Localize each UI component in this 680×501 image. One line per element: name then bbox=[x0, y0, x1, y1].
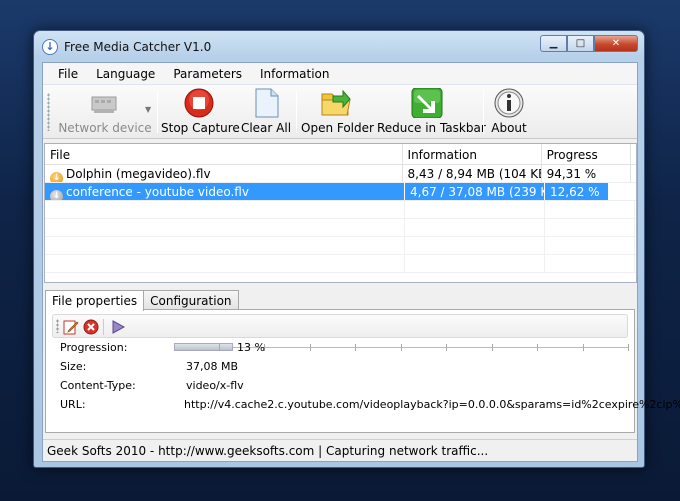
network-card-icon bbox=[88, 88, 122, 118]
minimize-button[interactable]: ▁ bbox=[540, 35, 567, 52]
header-information[interactable]: Information bbox=[403, 144, 542, 164]
header-file[interactable]: File bbox=[45, 144, 403, 164]
toolbar-separator bbox=[103, 319, 104, 335]
close-button[interactable]: ✕ bbox=[594, 35, 638, 52]
toolbar-separator bbox=[157, 91, 158, 133]
empty-row bbox=[45, 237, 636, 255]
progression-tick bbox=[492, 344, 493, 351]
progression-value: 13 % bbox=[237, 341, 265, 354]
download-complete-icon: ↓ bbox=[50, 172, 63, 182]
list-row-selected[interactable]: ↓ conference - youtube video.flv 4,67 / 3… bbox=[45, 183, 636, 201]
empty-row bbox=[45, 255, 636, 273]
toolbar-separator bbox=[483, 91, 484, 133]
delete-icon[interactable] bbox=[83, 319, 99, 335]
list-header: File Information Progress bbox=[45, 144, 636, 165]
menu-bar: File Language Parameters Information bbox=[43, 63, 637, 85]
url-value: http://v4.cache2.c.youtube.com/videoplay… bbox=[184, 398, 680, 411]
clear-all-label: Clear All bbox=[240, 121, 292, 135]
folder-arrow-icon bbox=[319, 88, 353, 118]
header-filler bbox=[631, 144, 636, 164]
open-folder-label: Open Folder bbox=[301, 121, 374, 135]
progression-tick bbox=[628, 344, 629, 351]
menu-information[interactable]: Information bbox=[251, 63, 338, 84]
row-file-cell: ↓ Dolphin (megavideo).flv bbox=[45, 165, 403, 182]
app-download-icon: ↓ bbox=[42, 39, 58, 55]
row-information: 8,43 / 8,94 MB (104 KBps) bbox=[403, 165, 542, 182]
status-bar: Geek Softs 2010 - http://www.geeksofts.c… bbox=[43, 439, 637, 461]
download-active-icon: ↓ bbox=[50, 190, 63, 200]
blank-document-icon bbox=[249, 88, 283, 118]
network-device-label: Network device bbox=[58, 121, 152, 135]
maximize-button[interactable]: □ bbox=[567, 35, 594, 52]
open-folder-button[interactable]: Open Folder bbox=[301, 88, 374, 136]
network-device-button[interactable]: Network device bbox=[55, 88, 155, 136]
progression-tick bbox=[446, 344, 447, 351]
main-toolbar: Network device ▼ Stop Capture Clear All … bbox=[43, 85, 637, 139]
row-information: 4,67 / 37,08 MB (239 KB... bbox=[405, 183, 545, 200]
row-file-name: Dolphin (megavideo).flv bbox=[66, 167, 211, 181]
app-window: ↓ Free Media Catcher V1.0 ▁ □ ✕ File Lan… bbox=[33, 30, 680, 468]
menu-parameters[interactable]: Parameters bbox=[164, 63, 251, 84]
progression-tick bbox=[310, 344, 311, 351]
empty-row bbox=[45, 201, 636, 219]
row-progress: 12,62 % bbox=[545, 183, 609, 200]
stop-capture-button[interactable]: Stop Capture bbox=[161, 88, 240, 136]
about-label: About bbox=[491, 121, 527, 135]
client-area: File Language Parameters Information Net… bbox=[42, 62, 680, 462]
play-icon[interactable] bbox=[110, 319, 126, 335]
title-bar[interactable]: ↓ Free Media Catcher V1.0 ▁ □ ✕ bbox=[34, 31, 644, 61]
empty-row bbox=[45, 219, 636, 237]
stop-icon bbox=[182, 88, 216, 118]
list-row[interactable]: ↓ Dolphin (megavideo).flv 8,43 / 8,94 MB … bbox=[45, 165, 636, 183]
about-button[interactable]: About bbox=[487, 88, 531, 136]
clear-all-button[interactable]: Clear All bbox=[240, 88, 292, 136]
properties-toolbar bbox=[52, 314, 628, 338]
reduce-taskbar-button[interactable]: Reduce in Taskbar bbox=[377, 87, 486, 136]
window-title: Free Media Catcher V1.0 bbox=[64, 40, 212, 54]
toolbar-grip[interactable] bbox=[56, 319, 59, 333]
info-icon bbox=[492, 88, 526, 118]
tab-file-properties[interactable]: File properties bbox=[45, 290, 145, 311]
progression-tick bbox=[537, 344, 538, 351]
progression-tick bbox=[355, 344, 356, 351]
file-properties-panel: Progression: 13 % Size: 37,08 MB Content… bbox=[45, 309, 680, 433]
edit-icon[interactable] bbox=[63, 319, 79, 335]
row-progress: 94,31 % bbox=[542, 165, 631, 182]
size-label: Size: bbox=[60, 360, 87, 373]
size-value: 37,08 MB bbox=[186, 360, 239, 373]
progression-label: Progression: bbox=[60, 341, 128, 354]
menu-file[interactable]: File bbox=[49, 63, 87, 84]
progression-tick bbox=[219, 344, 220, 351]
stop-capture-label: Stop Capture bbox=[161, 121, 240, 135]
row-file-name: conference - youtube video.flv bbox=[66, 185, 249, 199]
row-filler bbox=[631, 165, 636, 182]
row-filler bbox=[609, 183, 636, 200]
row-file-cell: ↓ conference - youtube video.flv bbox=[45, 183, 405, 200]
progression-tick bbox=[401, 344, 402, 351]
reduce-taskbar-label: Reduce in Taskbar bbox=[377, 121, 486, 135]
window-controls: ▁ □ ✕ bbox=[540, 35, 638, 52]
progression-fill bbox=[174, 343, 233, 351]
progression-tick bbox=[583, 344, 584, 351]
content-type-label: Content-Type: bbox=[60, 379, 136, 392]
toolbar-separator bbox=[296, 91, 297, 133]
menu-language[interactable]: Language bbox=[87, 63, 164, 84]
url-label: URL: bbox=[60, 398, 86, 411]
tab-configuration[interactable]: Configuration bbox=[143, 290, 239, 310]
tab-strip: File properties Configuration bbox=[45, 290, 239, 311]
header-progress[interactable]: Progress bbox=[542, 144, 631, 164]
toolbar-grip[interactable] bbox=[47, 93, 50, 131]
green-arrow-icon bbox=[410, 87, 444, 119]
capture-list: File Information Progress ↓ Dolphin (mega… bbox=[44, 143, 637, 283]
dropdown-arrow-icon[interactable]: ▼ bbox=[145, 105, 151, 114]
content-type-value: video/x-flv bbox=[186, 379, 244, 392]
